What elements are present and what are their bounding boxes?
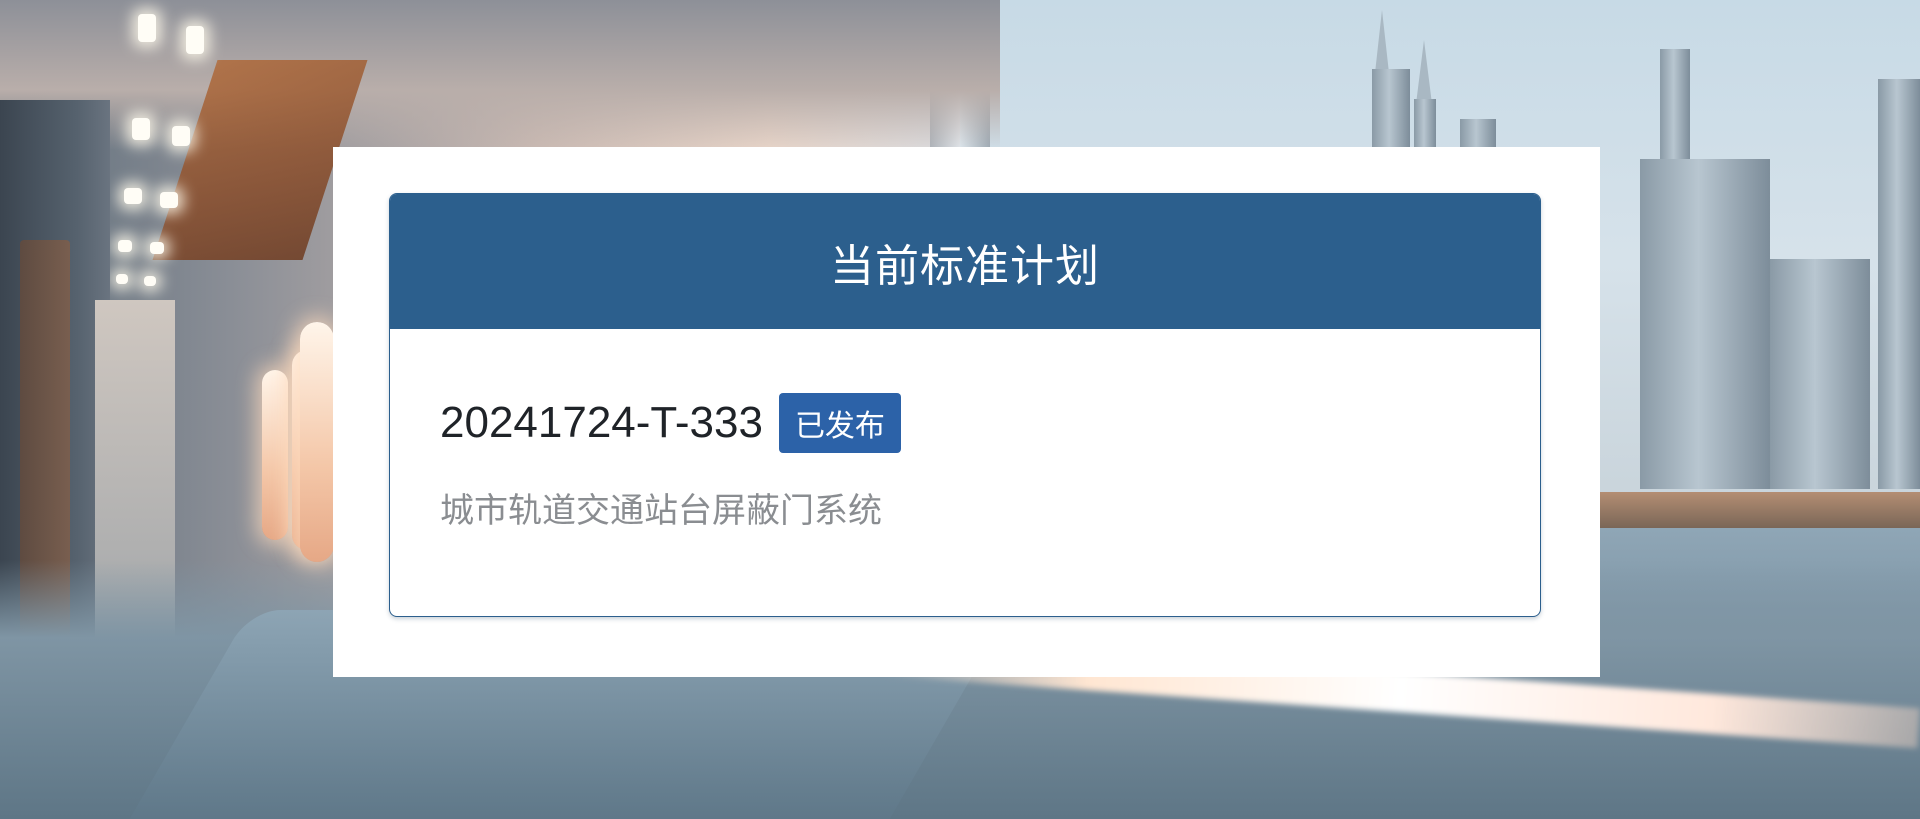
card-title: 当前标准计划 xyxy=(830,240,1100,292)
window-light xyxy=(262,370,288,540)
ceiling-light xyxy=(124,188,142,204)
card-header: 当前标准计划 xyxy=(390,194,1540,329)
skyscraper xyxy=(1878,79,1920,489)
window-light xyxy=(300,322,334,562)
bridge xyxy=(1600,492,1920,528)
card-body: 20241724-T-333 已发布 城市轨道交通站台屏蔽门系统 xyxy=(390,329,1540,532)
status-badge: 已发布 xyxy=(778,393,901,453)
ceiling-light xyxy=(144,276,156,286)
ceiling-light xyxy=(160,192,178,208)
standard-plan-card[interactable]: 当前标准计划 20241724-T-333 已发布 城市轨道交通站台屏蔽门系统 xyxy=(389,193,1541,617)
ceiling-light xyxy=(132,118,150,140)
ceiling-light xyxy=(150,242,164,254)
ceiling-light xyxy=(172,126,190,146)
ceiling-light xyxy=(118,240,132,252)
plan-row: 20241724-T-333 已发布 xyxy=(440,393,1540,453)
ceiling-light xyxy=(138,14,156,42)
plan-id: 20241724-T-333 xyxy=(440,398,763,447)
skyscraper-top xyxy=(1660,49,1690,159)
skyscraper xyxy=(1640,159,1770,489)
skyscraper xyxy=(1770,259,1870,489)
ceiling-light xyxy=(186,26,204,54)
plan-description: 城市轨道交通站台屏蔽门系统 xyxy=(440,491,882,531)
plan-dialog: 当前标准计划 20241724-T-333 已发布 城市轨道交通站台屏蔽门系统 xyxy=(333,147,1600,677)
ceiling-light xyxy=(116,274,128,284)
